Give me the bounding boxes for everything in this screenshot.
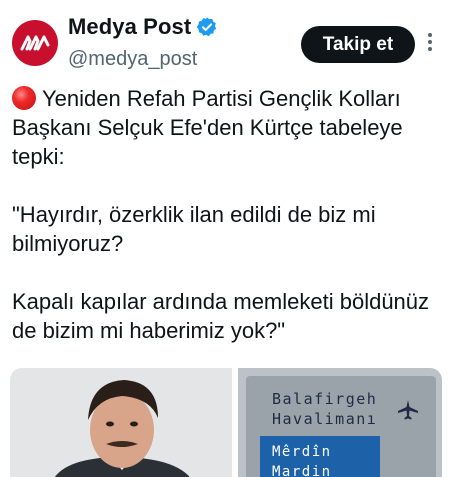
man-portrait-image <box>10 368 232 477</box>
tweet-header: Medya Post @medya_post Takip et <box>0 0 450 80</box>
tweet-text: Yeniden Refah Partisi Gençlik Kolları Ba… <box>12 84 442 345</box>
tweet-paragraph: Yeniden Refah Partisi Gençlik Kolları Ba… <box>12 86 403 169</box>
airport-sign: Balafirgeh Havalimanı Mêrdîn Mardin <box>246 376 436 477</box>
media-grid: Balafirgeh Havalimanı Mêrdîn Mardin <box>10 368 442 477</box>
airplane-icon <box>398 400 418 420</box>
media-image-airport-sign[interactable]: Balafirgeh Havalimanı Mêrdîn Mardin <box>238 368 442 477</box>
red-circle-emoji-icon <box>12 86 36 110</box>
sign-blue-panel: Mêrdîn Mardin <box>260 436 380 477</box>
more-vertical-icon[interactable] <box>424 33 436 57</box>
verified-badge-icon <box>196 17 217 37</box>
display-name[interactable]: Medya Post <box>68 14 191 40</box>
tweet-paragraph: Kapalı kapılar ardında memleketi böldünü… <box>12 289 430 343</box>
sign-text-line: Mardin <box>272 464 332 477</box>
media-image-photo-of-man[interactable] <box>10 368 232 477</box>
account-handle[interactable]: @medya_post <box>68 48 197 71</box>
tweet-paragraph: "Hayırdır, özerklik ilan edildi de biz m… <box>12 202 376 256</box>
follow-button[interactable]: Takip et <box>301 26 415 63</box>
sign-text-line: Havalimanı <box>272 410 378 428</box>
avatar[interactable] <box>12 20 58 66</box>
sign-text-line: Balafirgeh <box>272 390 378 408</box>
name-row: Medya Post <box>68 14 218 40</box>
sign-text-line: Mêrdîn <box>272 444 332 460</box>
medya-post-logo-icon <box>20 35 50 51</box>
